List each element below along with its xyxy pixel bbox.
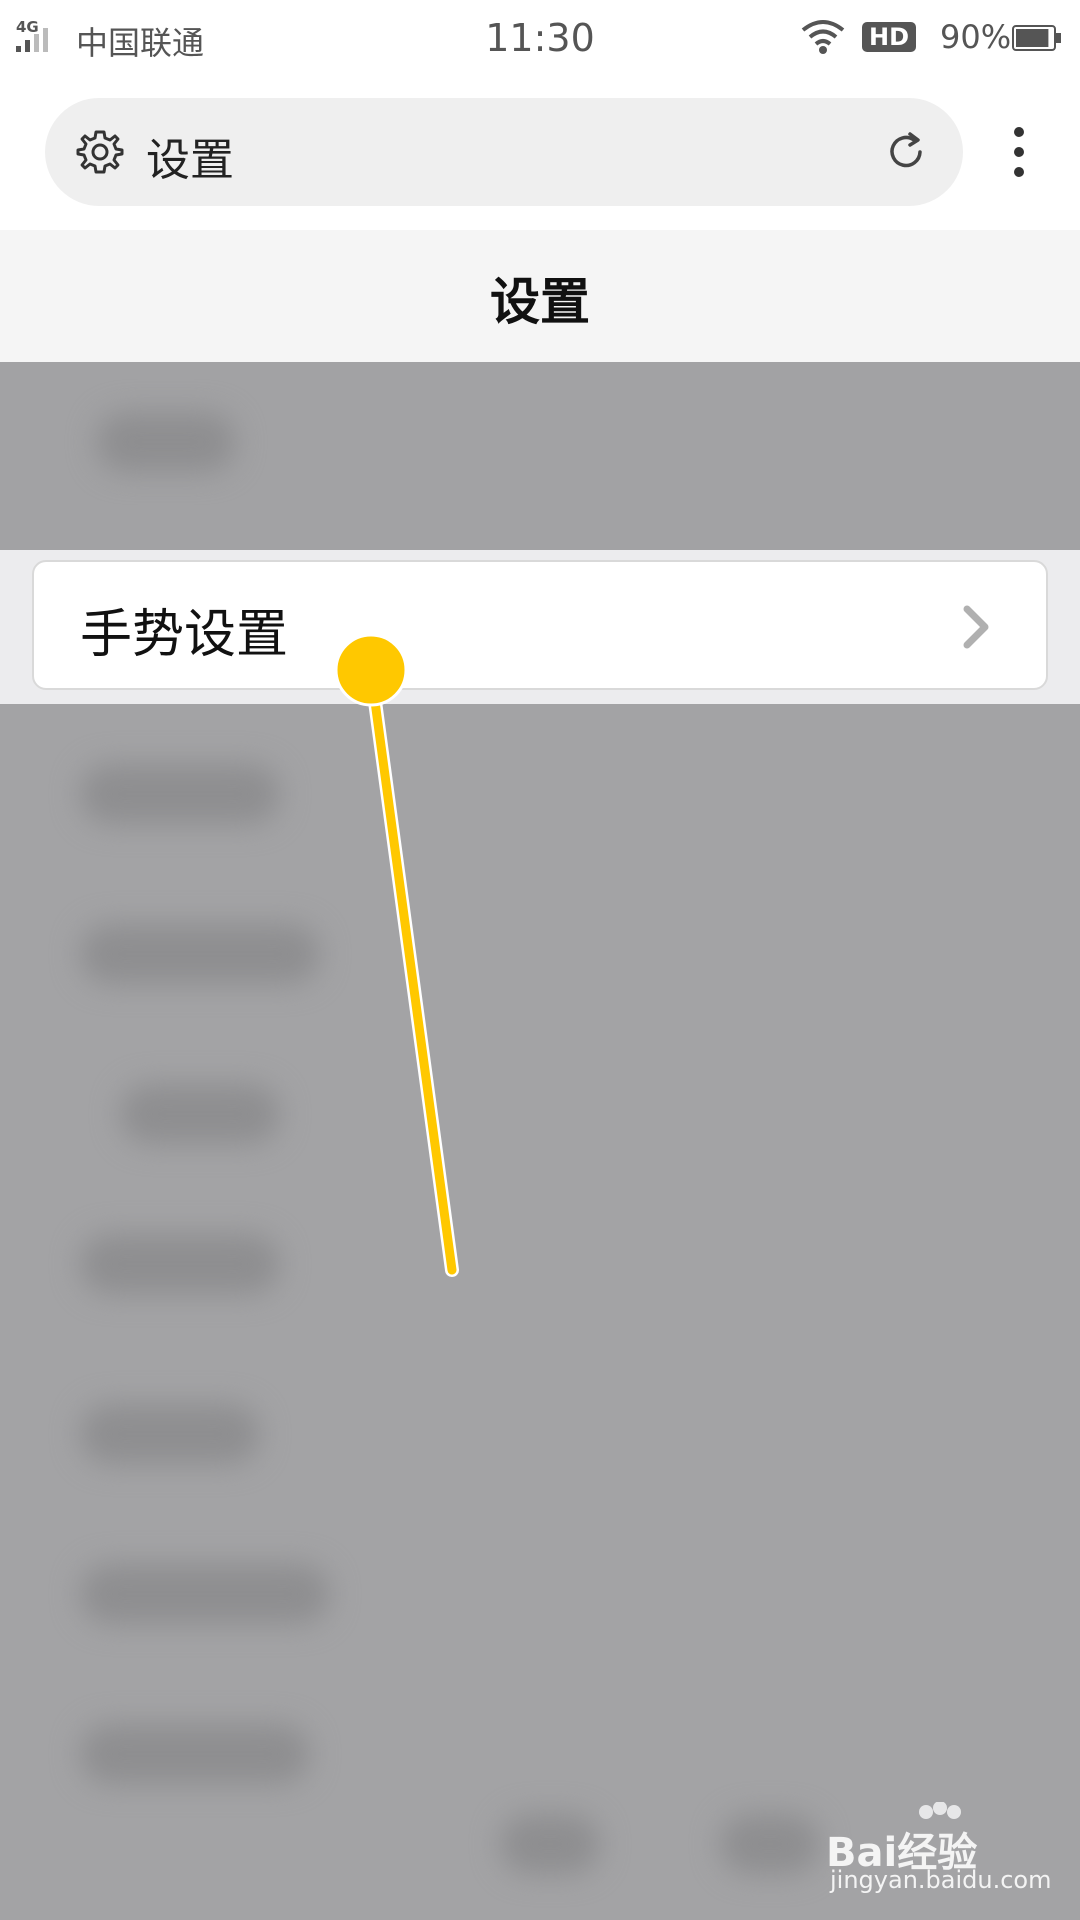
blurred-content [80,1564,330,1624]
blurred-content [80,1404,260,1464]
page-title: 设置 [490,273,590,331]
more-vert-icon[interactable] [1002,126,1036,180]
blurred-content [120,1084,280,1144]
battery-percentage: 90% [940,18,1012,56]
battery-icon [1012,25,1061,51]
gesture-settings-label: 手势设置 [80,605,289,665]
hd-badge: HD [862,22,916,52]
wifi-icon [801,20,845,54]
reload-icon[interactable] [884,130,928,174]
chevron-right-icon [963,605,989,649]
blurred-content [96,412,236,472]
address-bar-title: 设置 [146,135,234,186]
blurred-content [80,1234,280,1294]
blurred-content [720,1814,820,1874]
dim-overlay-top [0,362,1080,550]
blurred-content [500,1814,600,1874]
clock: 11:30 [485,16,595,60]
blurred-content [80,924,320,984]
blurred-content [80,1724,310,1784]
gear-icon [76,130,124,174]
dim-overlay-bottom [0,704,1080,1920]
blurred-content [80,764,280,824]
watermark-url: jingyan.baidu.com [830,1866,1052,1894]
